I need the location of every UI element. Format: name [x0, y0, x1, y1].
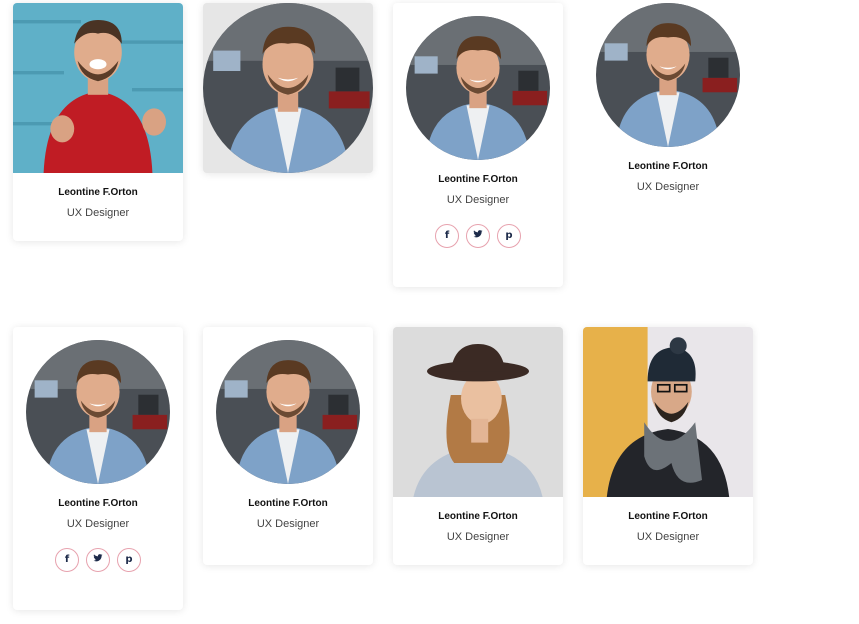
social-links: f p — [393, 224, 563, 248]
man-denim-shirt-photo — [203, 3, 373, 173]
member-role: UX Designer — [446, 531, 510, 543]
team-card[interactable] — [203, 3, 373, 173]
man-denim-shirt-photo — [406, 16, 550, 160]
man-denim-shirt-photo — [596, 3, 740, 147]
pinterest-icon[interactable]: p — [117, 548, 141, 572]
man-denim-shirt-photo — [216, 340, 360, 484]
man-beanie-scarf-photo — [583, 327, 753, 497]
member-role: UX Designer — [636, 531, 700, 543]
team-card[interactable]: Leontine F.Orton UX Designer — [583, 327, 753, 565]
social-links: f p — [13, 548, 183, 572]
member-name: Leontine F.Orton — [628, 161, 708, 172]
team-card[interactable]: Leontine F.Orton UX Designer — [393, 327, 563, 565]
member-role: UX Designer — [636, 181, 700, 193]
woman-hat-photo — [393, 327, 563, 497]
twitter-icon[interactable] — [466, 224, 490, 248]
facebook-icon[interactable]: f — [435, 224, 459, 248]
team-card[interactable]: Leontine F.Orton UX Designer — [203, 327, 373, 565]
pinterest-icon[interactable]: p — [497, 224, 521, 248]
team-card[interactable]: Leontine F.Orton UX Designer — [583, 3, 753, 203]
member-name: Leontine F.Orton — [58, 187, 138, 198]
facebook-icon[interactable]: f — [55, 548, 79, 572]
member-role: UX Designer — [66, 518, 130, 530]
man-red-sweater-photo — [13, 3, 183, 173]
team-card[interactable]: Leontine F.Orton UX Designer — [13, 3, 183, 241]
team-card[interactable]: Leontine F.Orton UX Designer f p — [393, 3, 563, 287]
team-card[interactable]: Leontine F.Orton UX Designer f p — [13, 327, 183, 610]
member-role: UX Designer — [256, 518, 320, 530]
member-name: Leontine F.Orton — [438, 174, 518, 185]
member-name: Leontine F.Orton — [58, 498, 138, 509]
member-role: UX Designer — [66, 207, 130, 219]
member-name: Leontine F.Orton — [248, 498, 328, 509]
member-name: Leontine F.Orton — [628, 511, 708, 522]
member-name: Leontine F.Orton — [438, 511, 518, 522]
twitter-icon[interactable] — [86, 548, 110, 572]
member-role: UX Designer — [446, 194, 510, 206]
man-denim-shirt-photo — [26, 340, 170, 484]
